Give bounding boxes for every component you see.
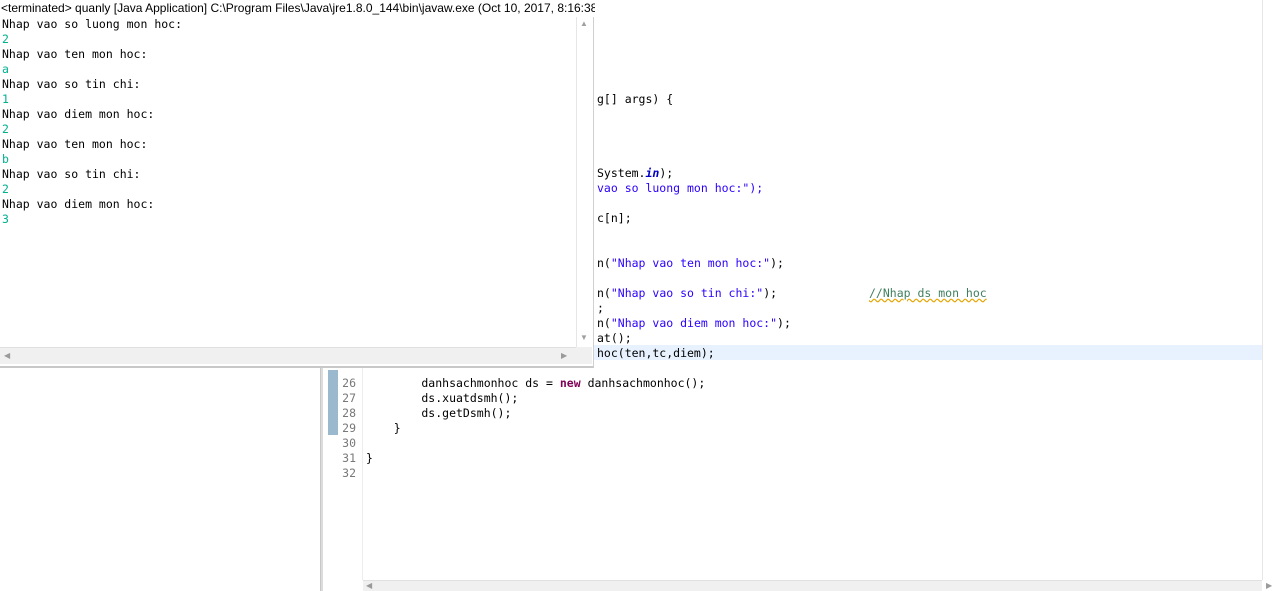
code-line-29: } — [366, 421, 401, 436]
console-line: Nhap vao ten mon hoc: — [2, 137, 148, 151]
code-line-27: ds.xuatdsmh(); — [366, 391, 518, 406]
code-text: danhsachmonhoc ds = — [366, 376, 560, 390]
code-field: in — [645, 166, 660, 180]
code-text: ds.xuatdsmh(); — [366, 391, 519, 405]
code-text: ); — [763, 286, 778, 300]
code-text: g[] args) { — [597, 92, 674, 106]
code-text: hoc(ten,tc,diem); — [597, 346, 715, 360]
code-text: ; — [597, 301, 604, 315]
scroll-right-icon[interactable]: ▶ — [561, 351, 567, 360]
editor-horizontal-scrollbar[interactable] — [363, 580, 1262, 591]
code-text: System. — [597, 166, 646, 180]
code-text: n( — [597, 256, 611, 270]
scroll-down-icon[interactable]: ▼ — [580, 333, 588, 342]
console-horizontal-scrollbar[interactable]: ◀ ▶ — [0, 347, 576, 364]
code-line-semicolon: ; — [597, 301, 604, 316]
line-number: 28 — [342, 406, 356, 420]
console-output[interactable]: Nhap vao so luong mon hoc: 2 Nhap vao te… — [0, 17, 576, 347]
code-line-prompt-name: n("Nhap vao ten mon hoc:"); — [597, 256, 784, 271]
code-text: ds.getDsmh(); — [366, 406, 512, 420]
code-text: ); — [659, 166, 674, 180]
code-line-prompt-credits: n("Nhap vao so tin chi:"); — [597, 286, 777, 301]
change-marker — [328, 370, 338, 435]
console-process-label: <terminated> quanly [Java Application] C… — [0, 0, 595, 17]
overview-ruler[interactable] — [1262, 0, 1276, 580]
code-string: "Nhap vao ten mon hoc:" — [610, 256, 771, 270]
console-input-line: 2 — [2, 122, 9, 136]
line-number: 31 — [342, 451, 356, 465]
code-line-array: c[n]; — [597, 211, 632, 226]
console-view[interactable]: <terminated> quanly [Java Application] C… — [0, 0, 595, 368]
line-number: 29 — [342, 421, 356, 435]
code-line-main-signature: g[] args) { — [597, 92, 673, 107]
code-text: ); — [770, 256, 784, 270]
code-string: "Nhap vao so tin chi:" — [610, 286, 764, 300]
comment-text: //Nhap ds mon hoc — [869, 286, 987, 300]
code-line-31: } — [366, 451, 373, 466]
console-input-line: 1 — [2, 92, 9, 106]
console-line: Nhap vao so tin chi: — [2, 77, 141, 91]
code-line-constructor: hoc(ten,tc,diem); — [597, 346, 715, 361]
line-number: 26 — [342, 376, 356, 390]
console-input-line: a — [2, 62, 9, 76]
code-string: vao so luong mon hoc:"); — [597, 181, 764, 195]
scroll-left-icon[interactable]: ◀ — [366, 581, 372, 590]
left-side-panel — [0, 368, 320, 591]
code-line-26: danhsachmonhoc ds = new danhsachmonhoc()… — [366, 376, 705, 391]
code-text: } — [366, 421, 401, 435]
panel-splitter[interactable] — [320, 368, 323, 591]
code-line-prompt-count: vao so luong mon hoc:"); — [597, 181, 763, 196]
code-text: danhsachmonhoc(); — [580, 376, 706, 390]
line-number: 27 — [342, 391, 356, 405]
code-text: n( — [597, 316, 611, 330]
console-input-line: b — [2, 152, 9, 166]
console-line: Nhap vao so tin chi: — [2, 167, 141, 181]
code-text: at(); — [597, 331, 632, 345]
scroll-up-icon[interactable]: ▲ — [580, 19, 588, 28]
code-text: } — [366, 451, 373, 465]
code-comment: //Nhap ds mon hoc — [869, 286, 987, 301]
code-text: ); — [777, 316, 791, 330]
scroll-right-icon[interactable]: ▶ — [1266, 581, 1272, 590]
code-line-read-float: at(); — [597, 331, 632, 346]
console-input-line: 2 — [2, 32, 9, 46]
code-line-scanner: System.in); — [597, 166, 673, 181]
console-input-line: 2 — [2, 182, 9, 196]
console-line: Nhap vao so luong mon hoc: — [2, 17, 183, 31]
line-number: 30 — [342, 436, 356, 450]
code-text: c[n]; — [597, 211, 632, 225]
code-string: "Nhap vao diem mon hoc:" — [610, 316, 778, 330]
console-line: Nhap vao ten mon hoc: — [2, 47, 148, 61]
code-line-prompt-grade: n("Nhap vao diem mon hoc:"); — [597, 316, 791, 331]
console-line: Nhap vao diem mon hoc: — [2, 107, 155, 121]
code-text: n( — [597, 286, 611, 300]
line-number: 32 — [342, 466, 356, 480]
console-vertical-scrollbar[interactable]: ▲ ▼ — [576, 17, 592, 347]
scrollbar-corner — [576, 347, 592, 364]
code-keyword: new — [559, 376, 581, 390]
scroll-left-icon[interactable]: ◀ — [4, 351, 10, 360]
console-input-line: 3 — [2, 212, 9, 226]
code-line-28: ds.getDsmh(); — [366, 406, 511, 421]
console-line: Nhap vao diem mon hoc: — [2, 197, 155, 211]
